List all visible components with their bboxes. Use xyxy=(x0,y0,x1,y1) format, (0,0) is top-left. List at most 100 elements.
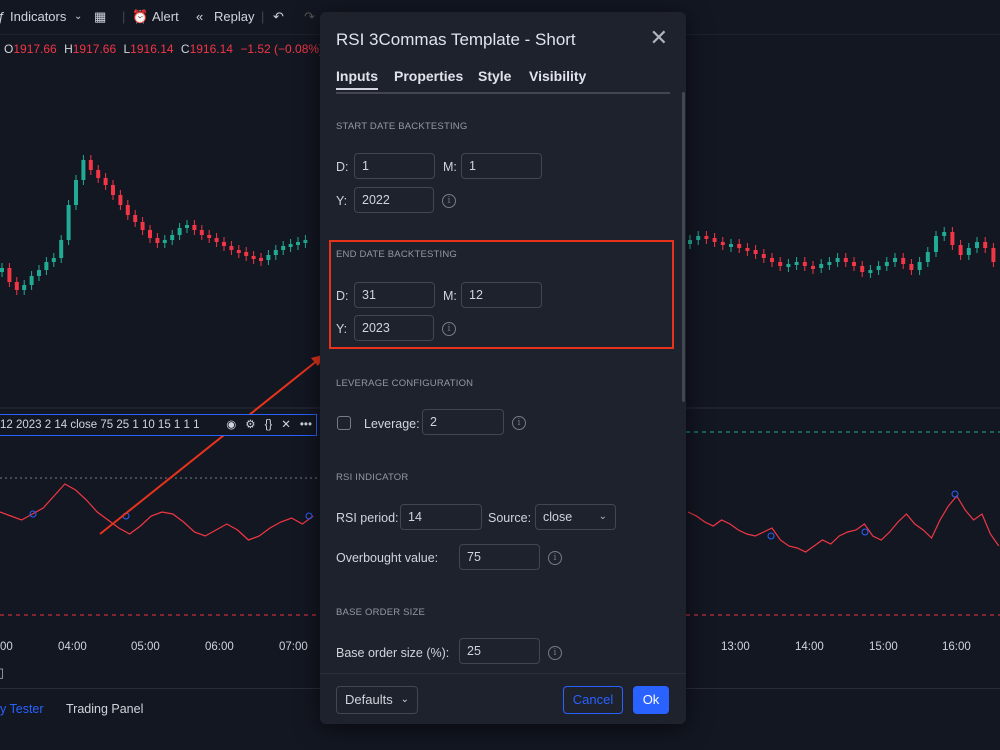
rsi-section-title: RSI INDICATOR xyxy=(336,472,409,483)
chevron-down-icon: ⌄ xyxy=(400,694,409,705)
cancel-button[interactable]: Cancel xyxy=(563,686,623,714)
remove-icon[interactable]: ✕ xyxy=(281,419,291,431)
ok-button[interactable]: Ok xyxy=(633,686,669,714)
info-icon[interactable]: i xyxy=(548,551,562,565)
candle-body xyxy=(162,240,167,243)
candle-body xyxy=(155,238,160,243)
candle-body xyxy=(37,270,41,276)
close-key: C xyxy=(180,42,190,56)
rewind-icon[interactable]: « xyxy=(196,9,203,24)
defaults-dropdown[interactable]: Defaults ⌄ xyxy=(336,686,418,714)
candle-body xyxy=(229,246,234,250)
candle-body xyxy=(737,244,742,248)
candle-body xyxy=(868,270,873,273)
open-key: O xyxy=(4,42,14,56)
tab-visibility[interactable]: Visibility xyxy=(529,68,586,84)
candle-body xyxy=(288,244,293,247)
candle-body xyxy=(22,285,27,290)
rsi-period-input[interactable] xyxy=(400,504,482,530)
settings-icon[interactable]: ⚙ xyxy=(245,419,255,431)
candle-body xyxy=(207,235,212,238)
candle-body xyxy=(118,195,123,205)
dialog-scrollbar[interactable] xyxy=(682,92,685,402)
dialog-footer: Defaults ⌄ Cancel Ok xyxy=(320,673,686,725)
replay-button[interactable]: Replay xyxy=(214,9,254,24)
start-month-input[interactable] xyxy=(461,153,542,179)
time-label: 07:00 xyxy=(279,641,308,653)
close-icon[interactable]: ✕ xyxy=(650,27,668,49)
tab-inputs[interactable]: Inputs xyxy=(336,68,378,90)
alert-button[interactable]: Alert xyxy=(152,9,179,24)
candle-body xyxy=(876,266,881,270)
candle-body xyxy=(745,248,750,251)
info-icon[interactable]: i xyxy=(548,646,562,660)
source-value: close xyxy=(543,510,573,524)
ohlc-legend: O1917.66 H1917.66 L1916.14 C1916.14 −1.5… xyxy=(4,42,327,56)
info-icon[interactable]: i xyxy=(442,194,456,208)
tab-properties[interactable]: Properties xyxy=(394,68,463,84)
candle-body xyxy=(819,264,824,268)
base-order-section-title: BASE ORDER SIZE xyxy=(336,607,426,618)
redo-icon[interactable]: ↷ xyxy=(304,9,315,25)
rsi-dot xyxy=(861,528,869,536)
toolbar-divider: | xyxy=(261,9,265,24)
candle-body xyxy=(7,268,12,282)
overbought-input[interactable] xyxy=(459,544,540,570)
candle-body xyxy=(29,276,34,285)
candle-body xyxy=(192,225,197,230)
calendar-icon[interactable]: ▯ xyxy=(0,665,4,681)
candle-body xyxy=(893,258,897,262)
candle-body xyxy=(266,255,271,260)
candle-body xyxy=(696,236,701,240)
toolbar-divider: | xyxy=(122,9,126,24)
candle-body xyxy=(884,262,889,266)
chevron-down-icon[interactable]: ⌄ xyxy=(74,11,82,22)
undo-icon[interactable]: ↶ xyxy=(273,9,284,25)
candle-body xyxy=(950,232,955,245)
info-icon[interactable]: i xyxy=(512,416,526,430)
candle-body xyxy=(794,262,799,265)
time-label: 14:00 xyxy=(795,641,824,653)
candle-body xyxy=(74,180,78,205)
tab-strategy-tester[interactable]: y Tester xyxy=(0,702,44,716)
tab-trading-panel[interactable]: Trading Panel xyxy=(66,702,143,716)
candle-body xyxy=(811,266,815,269)
candle-body xyxy=(983,242,988,248)
rsi-dot xyxy=(305,512,313,520)
candle-body xyxy=(975,242,979,248)
candle-body xyxy=(177,228,182,235)
chevron-down-icon: ⌄ xyxy=(598,511,607,522)
candle-body xyxy=(991,248,996,262)
alarm-clock-icon[interactable]: ⏰ xyxy=(132,9,148,25)
indicators-button[interactable]: Indicators xyxy=(10,9,66,24)
candle-body xyxy=(966,248,971,255)
leverage-label: Leverage: xyxy=(364,417,420,431)
rsi-period-label: RSI period: xyxy=(336,511,399,525)
time-label: 04:00 xyxy=(58,641,87,653)
tab-style[interactable]: Style xyxy=(478,68,511,84)
candle-body xyxy=(51,258,56,262)
start-year-input[interactable] xyxy=(354,187,434,213)
layouts-icon[interactable]: ▦ xyxy=(94,9,106,25)
rsi-line-right xyxy=(687,494,1000,553)
candle-body xyxy=(170,235,175,240)
candle-body xyxy=(925,252,930,262)
candle-body xyxy=(786,264,791,267)
more-icon[interactable]: ••• xyxy=(300,419,312,431)
base-order-input[interactable] xyxy=(459,638,540,664)
candle-body xyxy=(827,262,832,265)
leverage-checkbox[interactable] xyxy=(337,416,351,430)
indicator-legend[interactable]: 12 2023 2 14 close 75 25 1 10 15 1 1 1 ◉… xyxy=(0,414,317,436)
candle-body xyxy=(901,258,906,264)
start-day-input[interactable] xyxy=(354,153,435,179)
source-select[interactable]: close ⌄ xyxy=(535,504,616,530)
eye-icon[interactable]: ◉ xyxy=(226,419,236,431)
high-value: 1917.66 xyxy=(72,42,117,56)
source-code-icon[interactable]: {} xyxy=(265,419,273,431)
candle-body xyxy=(66,205,71,240)
leverage-input[interactable] xyxy=(422,409,504,435)
candle-body xyxy=(148,230,152,238)
indicators-icon[interactable]: ƒ xyxy=(0,9,5,24)
start-date-section-title: START DATE BACKTESTING xyxy=(336,121,468,132)
high-key: H xyxy=(64,42,73,56)
